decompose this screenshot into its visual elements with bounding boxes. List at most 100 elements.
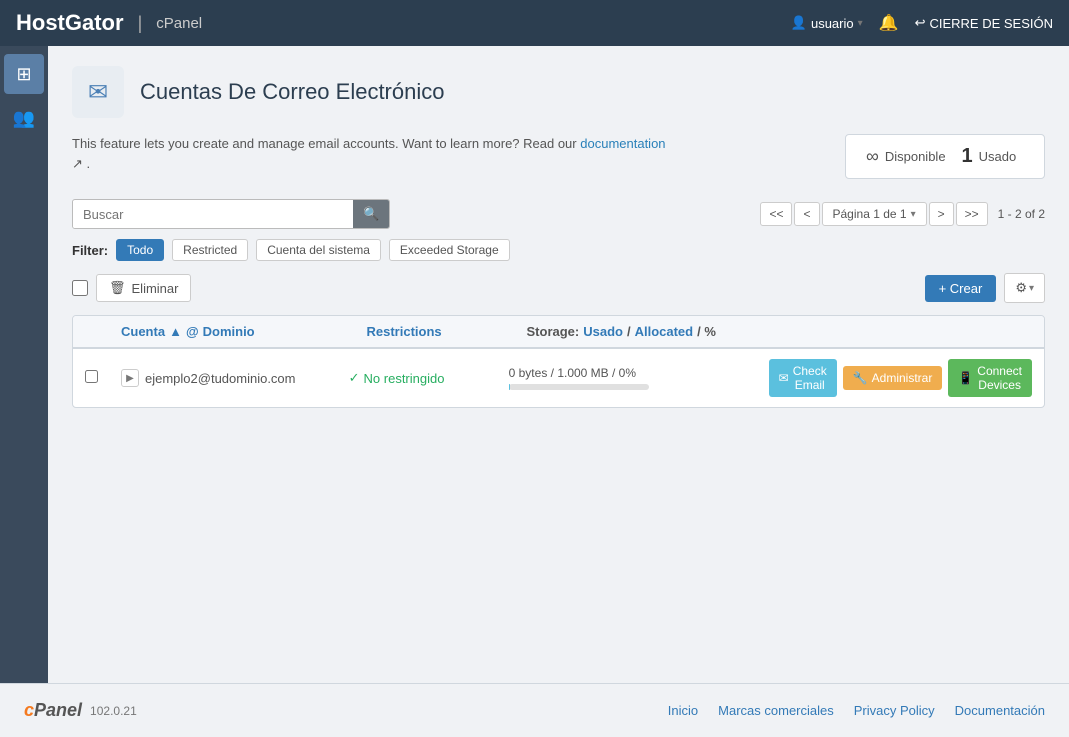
sidebar-item-users[interactable]: 👥 — [4, 98, 44, 138]
pagination-last-button[interactable]: >> — [956, 202, 988, 226]
row-storage-cell: 0 bytes / 1.000 MB / 0% — [509, 366, 769, 390]
sort-icon: ▲ — [169, 324, 182, 339]
connect-label: Connect Devices — [977, 364, 1022, 392]
row-restriction-text: No restringido — [364, 371, 445, 386]
row-actions-cell: ✉ Check Email 🔧 Administrar 📱 Connect De… — [769, 359, 1032, 397]
main-layout: ⊞ 👥 ✉ Cuentas De Correo Electrónico This… — [0, 46, 1069, 683]
th-storage-slash: / — [627, 324, 631, 339]
th-restrictions: Restrictions — [367, 324, 527, 339]
info-text-after: . — [87, 156, 91, 171]
page-header: ✉ Cuentas De Correo Electrónico — [72, 66, 1045, 118]
usado-label: Usado — [979, 149, 1017, 164]
th-storage: Storage: Usado / Allocated / % — [527, 324, 787, 339]
select-all-checkbox[interactable] — [72, 280, 88, 296]
restriction-check-icon: ✓ — [349, 370, 360, 386]
storage-bar-wrap — [509, 384, 649, 390]
footer-brand: cPanel 102.0.21 — [24, 700, 137, 721]
search-row: 🔍 << < Página 1 de 1 ▾ > >> 1 - 2 of 2 — [72, 199, 1045, 229]
pagination-page-text: Página 1 de 1 — [833, 207, 907, 221]
logout-button[interactable]: ↩ CIERRE DE SESIÓN — [915, 15, 1053, 31]
footer-link-privacy[interactable]: Privacy Policy — [854, 703, 935, 718]
email-icon: ✉ — [88, 78, 108, 107]
row-checkbox[interactable] — [85, 370, 98, 383]
footer-version: 102.0.21 — [90, 704, 137, 718]
external-link-icon: ↗ — [72, 156, 83, 171]
footer-cpanel-logo: cPanel — [24, 700, 82, 721]
footer-link-docs[interactable]: Documentación — [955, 703, 1045, 718]
search-input[interactable] — [73, 201, 353, 228]
usado-count: 1 — [962, 145, 973, 168]
pagination: << < Página 1 de 1 ▾ > >> 1 - 2 of 2 — [760, 202, 1045, 226]
cpanel-label: cPanel — [156, 15, 202, 32]
gear-chevron-icon: ▾ — [1029, 283, 1034, 294]
email-accounts-table: Cuenta ▲ @ Dominio Restrictions Storage:… — [72, 315, 1045, 408]
actions-row: 🗑 Eliminar + Crear ⚙ ▾ — [72, 273, 1045, 303]
documentation-link[interactable]: documentation — [580, 136, 665, 151]
search-button[interactable]: 🔍 — [353, 200, 389, 228]
filter-exceeded-button[interactable]: Exceeded Storage — [389, 239, 510, 261]
infinity-icon: ∞ — [866, 146, 879, 167]
row-checkbox-cell — [85, 370, 121, 386]
info-bar: This feature lets you create and manage … — [72, 134, 1045, 179]
gear-icon: ⚙ — [1015, 280, 1027, 296]
administrar-button[interactable]: 🔧 Administrar — [843, 366, 943, 390]
footer-link-inicio[interactable]: Inicio — [668, 703, 698, 718]
pagination-info[interactable]: Página 1 de 1 ▾ — [822, 202, 927, 226]
th-storage-used[interactable]: Usado — [583, 324, 623, 339]
notification-bell-icon[interactable]: 🔔 — [879, 13, 899, 33]
usage-box: ∞ Disponible 1 Usado — [845, 134, 1045, 179]
pagination-next-button[interactable]: > — [929, 202, 954, 226]
search-input-wrap: 🔍 — [72, 199, 390, 229]
username-label: usuario — [811, 16, 854, 31]
user-menu[interactable]: 👤 usuario ▾ — [791, 15, 863, 31]
footer: cPanel 102.0.21 Inicio Marcas comerciale… — [0, 683, 1069, 737]
usado-section: 1 Usado — [962, 145, 1017, 168]
filter-label: Filter: — [72, 243, 108, 258]
info-text: This feature lets you create and manage … — [72, 134, 672, 173]
pagination-first-button[interactable]: << — [760, 202, 792, 226]
page-title: Cuentas De Correo Electrónico — [140, 79, 444, 105]
delete-button[interactable]: 🗑 Eliminar — [96, 274, 191, 302]
brand: HostGator | cPanel — [16, 10, 202, 36]
filter-restricted-button[interactable]: Restricted — [172, 239, 248, 261]
footer-links: Inicio Marcas comerciales Privacy Policy… — [668, 703, 1045, 718]
main-content: ✉ Cuentas De Correo Electrónico This fea… — [48, 46, 1069, 683]
filter-todo-button[interactable]: Todo — [116, 239, 164, 261]
disponible-section: ∞ Disponible — [866, 146, 946, 167]
user-icon: 👤 — [791, 15, 807, 31]
sidebar-item-grid[interactable]: ⊞ — [4, 54, 44, 94]
administrar-label: Administrar — [872, 371, 933, 385]
create-label: + Crear — [939, 281, 983, 296]
th-domain-label: Dominio — [203, 324, 255, 339]
filter-system-button[interactable]: Cuenta del sistema — [256, 239, 381, 261]
phone-icon: 📱 — [958, 371, 973, 385]
chevron-down-icon: ▾ — [858, 18, 863, 29]
th-account: Cuenta ▲ @ Dominio — [121, 324, 367, 339]
check-email-button[interactable]: ✉ Check Email — [769, 359, 837, 397]
info-text-before: This feature lets you create and manage … — [72, 136, 577, 151]
gear-button[interactable]: ⚙ ▾ — [1004, 273, 1045, 303]
disponible-label: Disponible — [885, 149, 946, 164]
logout-label: CIERRE DE SESIÓN — [929, 16, 1053, 31]
footer-link-marcas[interactable]: Marcas comerciales — [718, 703, 834, 718]
sidebar: ⊞ 👥 — [0, 46, 48, 683]
topnav-right: 👤 usuario ▾ 🔔 ↩ CIERRE DE SESIÓN — [791, 13, 1053, 33]
top-navigation: HostGator | cPanel 👤 usuario ▾ 🔔 ↩ CIERR… — [0, 0, 1069, 46]
check-email-icon: ✉ — [779, 371, 789, 385]
logout-icon: ↩ — [915, 15, 926, 31]
table-row: ▶ ejemplo2@tudominio.com ✓ No restringid… — [73, 349, 1044, 407]
th-storage-label: Storage: — [527, 324, 580, 339]
row-restriction-cell: ✓ No restringido — [349, 370, 509, 386]
th-storage-allocated[interactable]: Allocated — [635, 324, 694, 339]
row-expand-button[interactable]: ▶ — [121, 369, 139, 387]
th-restrictions-label: Restrictions — [367, 324, 442, 339]
row-email: ejemplo2@tudominio.com — [145, 371, 296, 386]
page-icon: ✉ — [72, 66, 124, 118]
create-button[interactable]: + Crear — [925, 275, 997, 302]
th-storage-pct: / % — [697, 324, 716, 339]
filter-row: Filter: Todo Restricted Cuenta del siste… — [72, 239, 1045, 261]
th-at: @ — [186, 324, 199, 339]
pagination-chevron-icon: ▾ — [911, 209, 916, 220]
pagination-prev-button[interactable]: < — [794, 202, 819, 226]
connect-devices-button[interactable]: 📱 Connect Devices — [948, 359, 1032, 397]
